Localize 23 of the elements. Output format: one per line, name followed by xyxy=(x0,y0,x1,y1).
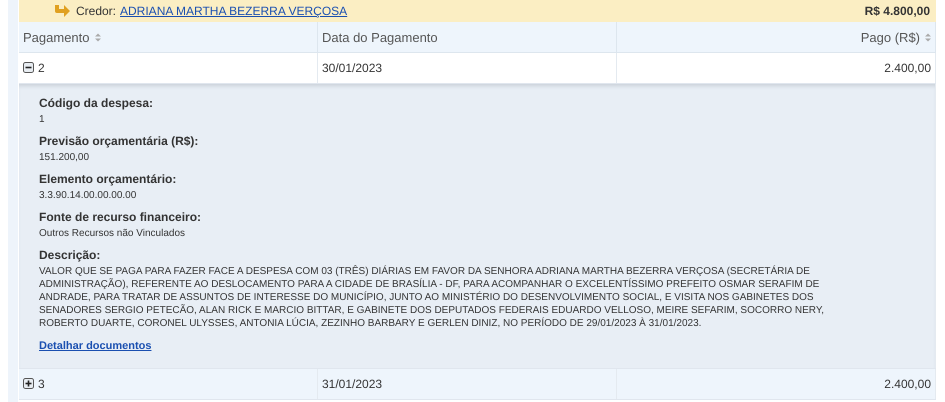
table-cell: 31/01/2023 xyxy=(318,368,616,400)
detail-value: 1 xyxy=(39,113,46,126)
detail-label: Código da despesa: xyxy=(39,96,154,110)
detail-label: Previsão orçamentária (R$): xyxy=(39,134,200,148)
detail-value: 3.3.90.14.00.00.00.00 xyxy=(39,189,138,202)
total-amount: R$ 4.800,00 xyxy=(864,4,930,18)
details-link[interactable]: Detalhar documentos xyxy=(39,340,152,352)
detail-label: Elemento orçamentário: xyxy=(39,172,178,186)
column-header[interactable]: Pagamento xyxy=(19,22,318,52)
expand-toggle-icon[interactable] xyxy=(23,378,34,392)
expand-toggle-icon[interactable] xyxy=(23,62,34,76)
detail-label: Fonte de recurso financeiro: xyxy=(39,210,202,224)
detail-value: 151.200,00 xyxy=(39,151,90,164)
column-header[interactable]: Data do Pagamento xyxy=(318,22,616,52)
table-cell: 2.400,00 xyxy=(616,368,936,400)
creditor-link[interactable]: ADRIANA MARTHA BEZERRA VERÇOSA xyxy=(120,4,348,18)
creditor-label: Credor: xyxy=(76,4,116,18)
detail-value: Outros Recursos não Vinculados xyxy=(39,227,186,240)
table-cell: 3 xyxy=(19,368,318,400)
detail-value: VALOR QUE SE PAGA PARA FAZER FACE A DESPESA COM 03 (TRÊS) DIÁRIAS EM FAVOR DA SENHORA ADRIANA MARTHA BEZERRA VERÇOSA (SECRETÁRIA DE ADMINISTRAÇÃO), REFERENTE AO DESLOCAMENTO PARA A CIDADE DE BRASÍLIA - DF, PARA ACOMPANHAR O EXCELENTÍSSIMO PREFEITO OSMAR SERAFIM DE ANDRADE, PARA TRATAR DE ASSUNTOS DE INTERESSE DO MUNICÍPIO, JUNTO AO MINISTÉRIO DO DESENVOLVIMENTO SOCIAL, E VISITA NOS GABINETES DOS SENADORES SERGIO PETECÃO, ALAN RICK E MARCIO BITTAR, E GABINETE DOS DEPUTADOS FEDERAIS EDUARDO VELLOSO, MEIRE SEFARIM, SOCORRO NERY, ROBERTO DUARTE, CORONEL ULYSSES, ANTONIA LÚCIA, ZEZINHO BARBARY E GERLEN DINIZ, NO PERÍODO DE 29/01/2023 À 31/01/2023. xyxy=(39,265,825,330)
arrow-icon xyxy=(53,4,71,18)
detail-label: Descrição: xyxy=(39,248,102,262)
column-header[interactable]: Pago (R$) xyxy=(616,22,936,52)
